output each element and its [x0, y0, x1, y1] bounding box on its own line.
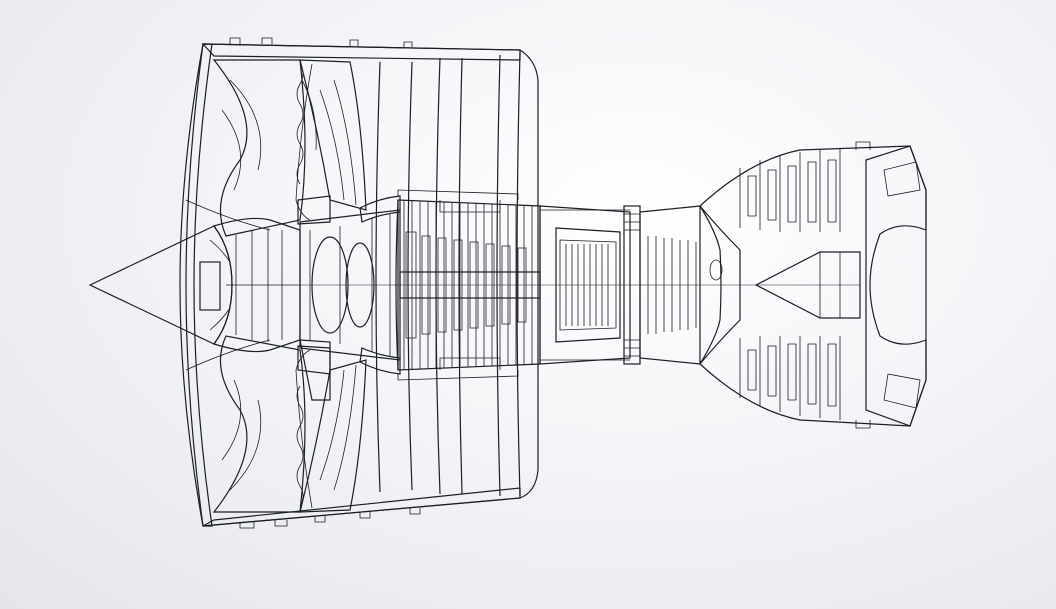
fan-blades — [185, 59, 367, 513]
cad-graphics-viewport[interactable] — [0, 0, 1056, 609]
fan-hub-booster — [297, 195, 401, 401]
turbofan-section-model[interactable] — [0, 0, 1056, 609]
